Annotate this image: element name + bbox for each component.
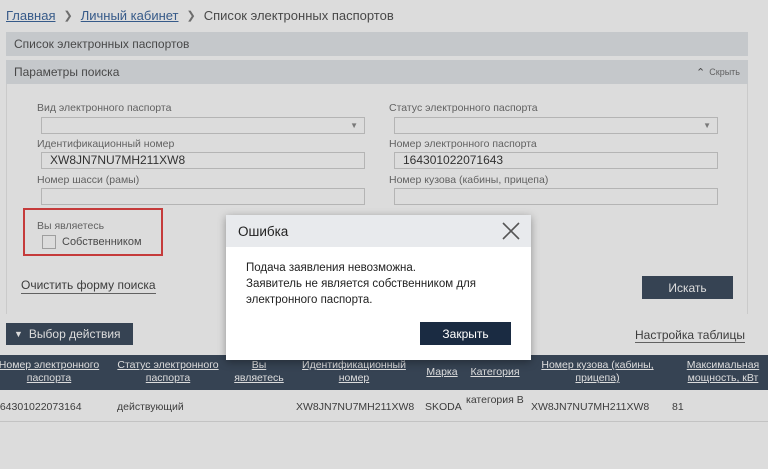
error-dialog: Ошибка Подача заявления невозможна. Заяв… (226, 215, 531, 360)
table-row[interactable]: 164301022073164 действующий XW8JN7NU7MH2… (0, 390, 768, 422)
search-params-header: Параметры поиска ⌃ Скрыть (6, 60, 748, 84)
table-empty-area (0, 422, 768, 469)
action-select-label: Выбор действия (28, 327, 121, 341)
cell-body-number: XW8JN7NU7MH211XW8 (531, 401, 650, 413)
body-number-label: Номер кузова (кабины, прицепа) (389, 174, 549, 186)
vin-label: Идентификационный номер (37, 138, 175, 150)
breadcrumb: Главная ❯ Личный кабинет ❯ Список электр… (6, 8, 394, 23)
vin-input[interactable]: XW8JN7NU7MH211XW8 (41, 152, 365, 169)
breadcrumb-current: Список электронных паспортов (203, 8, 394, 23)
cell-status: действующий (117, 401, 184, 413)
cell-passport-number: 164301022073164 (0, 401, 82, 413)
vin-value: XW8JN7NU7MH211XW8 (50, 153, 186, 167)
dropdown-arrow-icon: ▼ (703, 121, 711, 130)
chassis-label: Номер шасси (рамы) (37, 174, 140, 186)
owner-checkbox[interactable] (42, 235, 56, 249)
page-title-panel: Список электронных паспортов (6, 32, 748, 56)
chevron-up-icon: ⌃ (696, 66, 706, 79)
column-header-brand[interactable]: Марка (423, 366, 461, 379)
clear-form-link[interactable]: Очистить форму поиска (21, 278, 156, 294)
search-params-title: Параметры поиска (14, 65, 120, 79)
error-dialog-title: Ошибка (238, 223, 289, 239)
chassis-input[interactable] (41, 188, 365, 205)
cell-category: категория B (466, 394, 524, 406)
close-icon[interactable] (501, 221, 521, 241)
column-header-body-number[interactable]: Номер кузова (кабины, прицепа) (530, 359, 665, 385)
collapse-label: Скрыть (709, 67, 740, 77)
column-header-status[interactable]: Статус электронного паспорта (112, 359, 224, 385)
body-number-input[interactable] (394, 188, 718, 205)
triangle-down-icon: ▼ (14, 329, 23, 339)
table-settings-link[interactable]: Настройка таблицы (635, 328, 745, 343)
passport-type-select[interactable]: ▼ (41, 117, 365, 134)
cell-brand: SKODA (425, 401, 462, 413)
owner-checkbox-label[interactable]: Собственником (62, 236, 142, 248)
column-header-you-are[interactable]: Вы являетесь (230, 359, 288, 385)
error-dialog-body: Подача заявления невозможна. Заявитель н… (226, 247, 531, 308)
status-select[interactable]: ▼ (394, 117, 718, 134)
error-message-line2: Заявитель не является собственником для … (246, 278, 476, 306)
column-header-vin[interactable]: Идентификационный номер (295, 359, 413, 385)
column-header-passport-number[interactable]: Номер электронного паспорта (0, 359, 104, 385)
passport-number-input[interactable]: 164301022071643 (394, 152, 718, 169)
table-header: Номер электронного паспорта Статус элект… (0, 355, 768, 390)
breadcrumb-separator-icon: ❯ (63, 10, 73, 22)
you-are-label: Вы являетесь (37, 220, 105, 232)
passport-number-value: 164301022071643 (403, 153, 504, 167)
close-button[interactable]: Закрыть (420, 322, 511, 345)
search-button[interactable]: Искать (642, 276, 733, 299)
passport-type-label: Вид электронного паспорта (37, 102, 172, 114)
page-title: Список электронных паспортов (14, 37, 190, 51)
cell-vin: XW8JN7NU7MH211XW8 (296, 401, 415, 413)
error-message-line1: Подача заявления невозможна. (246, 262, 416, 274)
breadcrumb-home-link[interactable]: Главная (6, 8, 55, 23)
breadcrumb-cabinet-link[interactable]: Личный кабинет (81, 8, 179, 23)
collapse-toggle[interactable]: ⌃ Скрыть (696, 66, 740, 79)
cell-max-power: 81 (672, 401, 684, 413)
error-dialog-header: Ошибка (226, 215, 531, 247)
column-header-max-power[interactable]: Максимальная мощность, кВт (680, 359, 766, 385)
column-header-category[interactable]: Категория (466, 366, 524, 379)
breadcrumb-separator-icon: ❯ (186, 10, 196, 22)
owner-filter-highlight: Вы являетесь Собственником (23, 208, 163, 256)
status-label: Статус электронного паспорта (389, 102, 538, 114)
dropdown-arrow-icon: ▼ (350, 121, 358, 130)
passport-number-label: Номер электронного паспорта (389, 138, 537, 150)
action-select-button[interactable]: ▼ Выбор действия (6, 323, 133, 345)
